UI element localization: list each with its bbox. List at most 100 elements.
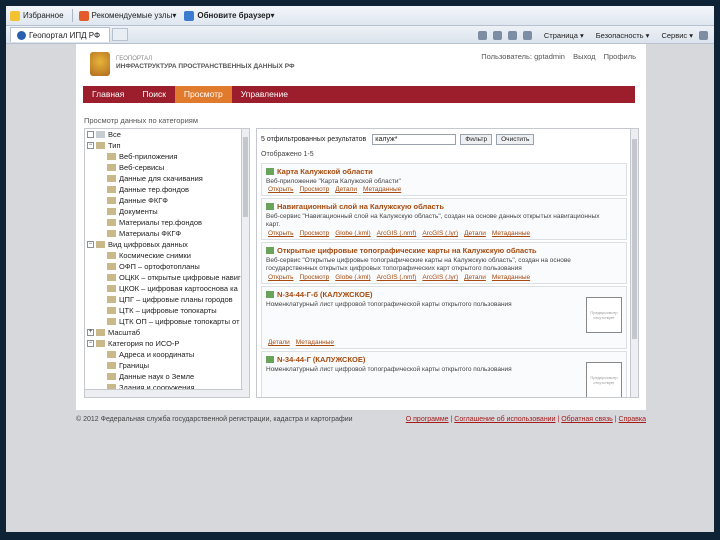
result-link[interactable]: Просмотр (300, 230, 330, 237)
print-icon[interactable] (522, 30, 532, 40)
results-scrollbar[interactable] (630, 129, 638, 397)
tree-item[interactable]: Материалы ФКГФ (85, 228, 249, 239)
result-link[interactable]: ArcGIS (.nmf) (377, 274, 417, 281)
logout-link[interactable]: Выход (573, 52, 595, 61)
tree-item[interactable]: Адреса и координаты (85, 349, 249, 360)
favorites-button[interactable]: Избранное (10, 10, 64, 21)
new-tab-button[interactable] (112, 28, 128, 41)
collapse-icon[interactable]: − (87, 340, 94, 347)
result-link[interactable]: Открыть (268, 186, 294, 193)
collapse-icon[interactable]: − (87, 241, 94, 248)
footer-link-feedback[interactable]: Обратная связь (561, 416, 613, 423)
result-link[interactable]: Детали (335, 186, 357, 193)
help-icon[interactable] (699, 30, 708, 40)
results-panel: 5 отфильтрованных результатов калуж* Фил… (256, 128, 639, 398)
tree-item[interactable]: Границы (85, 360, 249, 371)
result-link[interactable]: Метаданные (296, 339, 334, 346)
folder-icon (96, 131, 105, 138)
result-title[interactable]: N-34-44-Г (КАЛУЖСКОЕ) (266, 355, 365, 364)
footer: © 2012 Федеральная служба государственно… (76, 416, 646, 423)
tab-bar: Геопортал ИПД РФ Страница ▾ Безопасность… (6, 26, 714, 44)
tree-item[interactable]: ЦТК ОП – цифровые топокарты от (85, 316, 249, 327)
filter-bar: 5 отфильтрованных результатов калуж* Фил… (261, 134, 538, 145)
result-link[interactable]: ArcGIS (.lyr) (422, 274, 458, 281)
result-link[interactable]: Детали (464, 274, 486, 281)
shown-range: Отображено 1-5 (261, 151, 314, 158)
tree-item[interactable]: Данные для скачивания (85, 173, 249, 184)
filter-button[interactable]: Фильтр (460, 134, 493, 145)
result-title[interactable]: Навигационный слой на Калужскую область (266, 202, 444, 211)
result-title[interactable]: N-34-44-Г-б (КАЛУЖСКОЕ) (266, 290, 373, 299)
tree-item[interactable]: − Категория по ИСО-Р (85, 338, 249, 349)
result-link[interactable]: Метаданные (363, 186, 401, 193)
mail-icon[interactable] (507, 30, 517, 40)
suggested-sites-button[interactable]: Рекомендуемые узлы ▾ (78, 10, 176, 21)
footer-link-about[interactable]: О программе (406, 416, 449, 423)
tree-scrollbar[interactable] (241, 129, 249, 397)
tab-geoportal[interactable]: Геопортал ИПД РФ (10, 27, 110, 42)
clear-button[interactable]: Очистить (496, 134, 535, 145)
result-description: Веб-сервис "Открытые цифровые топографич… (266, 257, 571, 272)
result-link[interactable]: Globe (.kml) (335, 230, 370, 237)
nav-manage[interactable]: Управление (232, 86, 297, 103)
tree-item[interactable]: Документы (85, 206, 249, 217)
collapse-icon[interactable] (87, 131, 94, 138)
category-tree: Все − Тип Веб-приложения Веб-сервисы Данные д… (84, 128, 250, 398)
result-link[interactable]: Просмотр (300, 186, 330, 193)
result-card: Открытые цифровые топографические карты … (261, 242, 627, 284)
tree-item[interactable]: Все (85, 129, 249, 140)
tree-item[interactable]: Веб-сервисы (85, 162, 249, 173)
tree-item[interactable]: ЦТК – цифровые топокарты (85, 305, 249, 316)
tree-item[interactable]: ЦКОК – цифровая картооснова ка (85, 283, 249, 294)
tree-item-label: Адреса и координаты (119, 350, 195, 359)
result-thumbnail[interactable]: Предпросмотр отсутствует (586, 297, 622, 333)
result-links: Открыть Просмотр Globe (.kml) ArcGIS (.nmf)… (268, 274, 536, 281)
profile-link[interactable]: Профиль (604, 52, 636, 61)
result-card: N-34-44-Г (КАЛУЖСКОЕ) Номенклатурный лист… (261, 351, 627, 397)
tree-hscrollbar[interactable] (85, 389, 243, 397)
result-title[interactable]: Карта Калужской области (266, 167, 373, 176)
result-link[interactable]: Globe (.kml) (335, 274, 370, 281)
tree-item[interactable]: Данные ФКГФ (85, 195, 249, 206)
result-title[interactable]: Открытые цифровые топографические карты … (266, 246, 537, 255)
nav-browse[interactable]: Просмотр (174, 86, 232, 103)
filter-input[interactable]: калуж* (372, 134, 457, 145)
home-icon[interactable] (477, 30, 487, 40)
tree-item[interactable]: Космические снимки (85, 250, 249, 261)
result-description: Веб-сервис "Навигационный слой на Калужс… (266, 213, 600, 228)
result-link[interactable]: ArcGIS (.nmf) (377, 230, 417, 237)
tree-item[interactable]: + Масштаб (85, 327, 249, 338)
collapse-icon[interactable]: − (87, 142, 94, 149)
update-browser-button[interactable]: Обновите браузер ▾ (184, 10, 275, 21)
tree-item[interactable]: ОЦКК – открытые цифровые навиг (85, 272, 249, 283)
footer-link-terms[interactable]: Соглашение об использовании (454, 416, 555, 423)
menu-tools[interactable]: Сервис ▾ (655, 31, 693, 40)
tree-item-label: Материалы тер.фондов (119, 218, 203, 227)
tree-item[interactable]: ЦПГ – цифровые планы городов (85, 294, 249, 305)
tree-item[interactable]: ОФП – ортофотопланы (85, 261, 249, 272)
menu-security[interactable]: Безопасность ▾ (590, 31, 650, 40)
result-thumbnail[interactable]: Предпросмотр отсутствует (586, 362, 622, 397)
result-link[interactable]: Детали (464, 230, 486, 237)
tree-item[interactable]: Данные тер.фондов (85, 184, 249, 195)
brand-subtitle: ИНФРАСТРУКТУРА ПРОСТРАНСТВЕННЫХ ДАННЫХ Р… (116, 63, 295, 70)
result-link[interactable]: Просмотр (300, 274, 330, 281)
tree-item[interactable]: − Вид цифровых данных (85, 239, 249, 250)
result-link[interactable]: Открыть (268, 274, 294, 281)
tree-item[interactable]: − Тип (85, 140, 249, 151)
result-link[interactable]: Метаданные (492, 230, 530, 237)
tree-item-label: Данные для скачивания (119, 174, 203, 183)
nav-search[interactable]: Поиск (133, 86, 175, 103)
result-link[interactable]: ArcGIS (.lyr) (422, 230, 458, 237)
footer-link-help[interactable]: Справка (619, 416, 646, 423)
feeds-icon[interactable] (492, 30, 502, 40)
tree-item[interactable]: Данные наук о Земле (85, 371, 249, 382)
expand-icon[interactable]: + (87, 329, 94, 336)
result-link[interactable]: Метаданные (492, 274, 530, 281)
tree-item[interactable]: Веб-приложения (85, 151, 249, 162)
tree-item[interactable]: Материалы тер.фондов (85, 217, 249, 228)
result-link[interactable]: Детали (268, 339, 290, 346)
menu-page[interactable]: Страница ▾ (538, 31, 584, 40)
result-link[interactable]: Открыть (268, 230, 294, 237)
nav-home[interactable]: Главная (83, 86, 133, 103)
